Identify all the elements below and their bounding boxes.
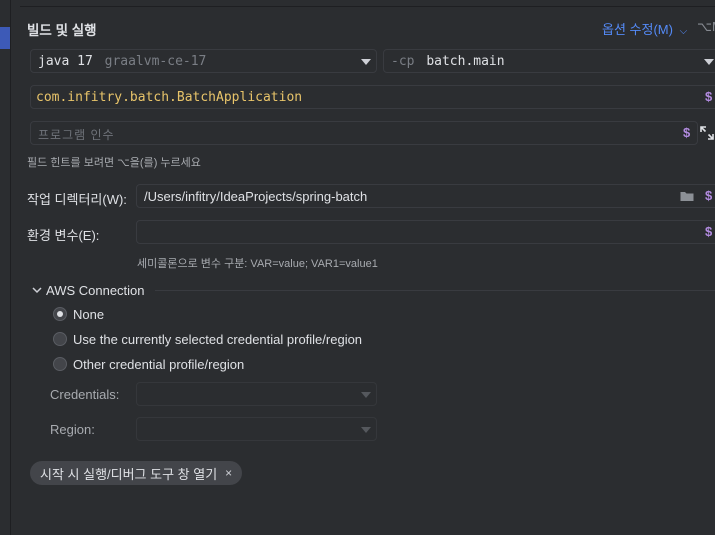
classpath-module-select[interactable]: -cp batch.main (383, 49, 715, 73)
cp-prefix: -cp (391, 54, 415, 69)
section-title: 빌드 및 실행 (27, 23, 97, 38)
macro-icon[interactable]: $ (705, 224, 712, 239)
macro-icon[interactable]: $ (705, 188, 712, 203)
radio-other-profile-label[interactable]: Other credential profile/region (73, 357, 244, 372)
chevron-down-icon[interactable] (704, 59, 714, 65)
radio-other-profile[interactable] (53, 357, 67, 371)
macro-icon[interactable]: $ (683, 125, 690, 140)
working-directory-field[interactable]: /Users/infitry/IdeaProjects/spring-batch… (136, 184, 715, 208)
radio-none-label[interactable]: None (73, 307, 104, 322)
aws-connection-title[interactable]: AWS Connection (46, 283, 145, 298)
folder-icon[interactable] (680, 190, 694, 202)
modify-options-shortcut: ⌥M (697, 19, 715, 34)
close-icon[interactable]: × (225, 466, 232, 480)
modify-options-link[interactable]: 옵션 수정(M) ⌵ (602, 19, 687, 38)
env-variables-hint: 세미콜론으로 변수 구분: VAR=value; VAR1=value1 (137, 258, 378, 270)
radio-current-profile-label[interactable]: Use the currently selected credential pr… (73, 332, 362, 347)
jdk-name: java 17 (38, 54, 93, 69)
selected-config-marker (0, 27, 10, 49)
env-variables-label: 환경 변수(E): (27, 228, 100, 243)
chevron-down-icon (361, 427, 371, 433)
macro-icon[interactable]: $ (705, 89, 712, 104)
expand-icon[interactable] (700, 126, 714, 140)
cp-module: batch.main (426, 54, 505, 69)
main-class-field[interactable]: com.infitry.batch.BatchApplication $ (30, 85, 715, 109)
field-hint: 필드 힌트를 보려면 ⌥을(를) 누르세요 (27, 157, 201, 169)
working-directory-value: /Users/infitry/IdeaProjects/spring-batch (144, 189, 368, 204)
open-tool-window-chip[interactable]: 시작 시 실행/디버그 도구 창 열기 × (30, 461, 243, 485)
chevron-down-icon[interactable] (361, 59, 371, 65)
env-variables-field[interactable]: $ (136, 220, 715, 244)
left-gutter (0, 0, 11, 535)
credentials-select[interactable] (136, 382, 377, 406)
radio-current-profile[interactable] (53, 332, 67, 346)
chevron-down-icon (361, 392, 371, 398)
jdk-detail: graalvm-ce-17 (104, 54, 207, 69)
top-divider (20, 6, 715, 7)
main-class-value: com.infitry.batch.BatchApplication (36, 90, 303, 105)
chip-label: 시작 시 실행/디버그 도구 창 열기 (40, 466, 218, 482)
chevron-down-icon[interactable] (32, 286, 42, 294)
jdk-select[interactable]: java 17 graalvm-ce-17 (30, 49, 377, 73)
modify-options-label: 옵션 수정(M) (602, 22, 673, 37)
program-arguments-placeholder: 프로그램 인수 (38, 128, 115, 142)
region-label: Region: (50, 422, 95, 437)
credentials-label: Credentials: (50, 387, 120, 402)
program-arguments-field[interactable]: 프로그램 인수 $ (30, 121, 698, 145)
chevron-down-icon: ⌵ (679, 26, 688, 37)
radio-none[interactable] (53, 307, 67, 321)
aws-section-divider (155, 290, 715, 291)
region-select[interactable] (136, 417, 377, 441)
working-directory-label: 작업 디렉터리(W): (27, 192, 127, 207)
